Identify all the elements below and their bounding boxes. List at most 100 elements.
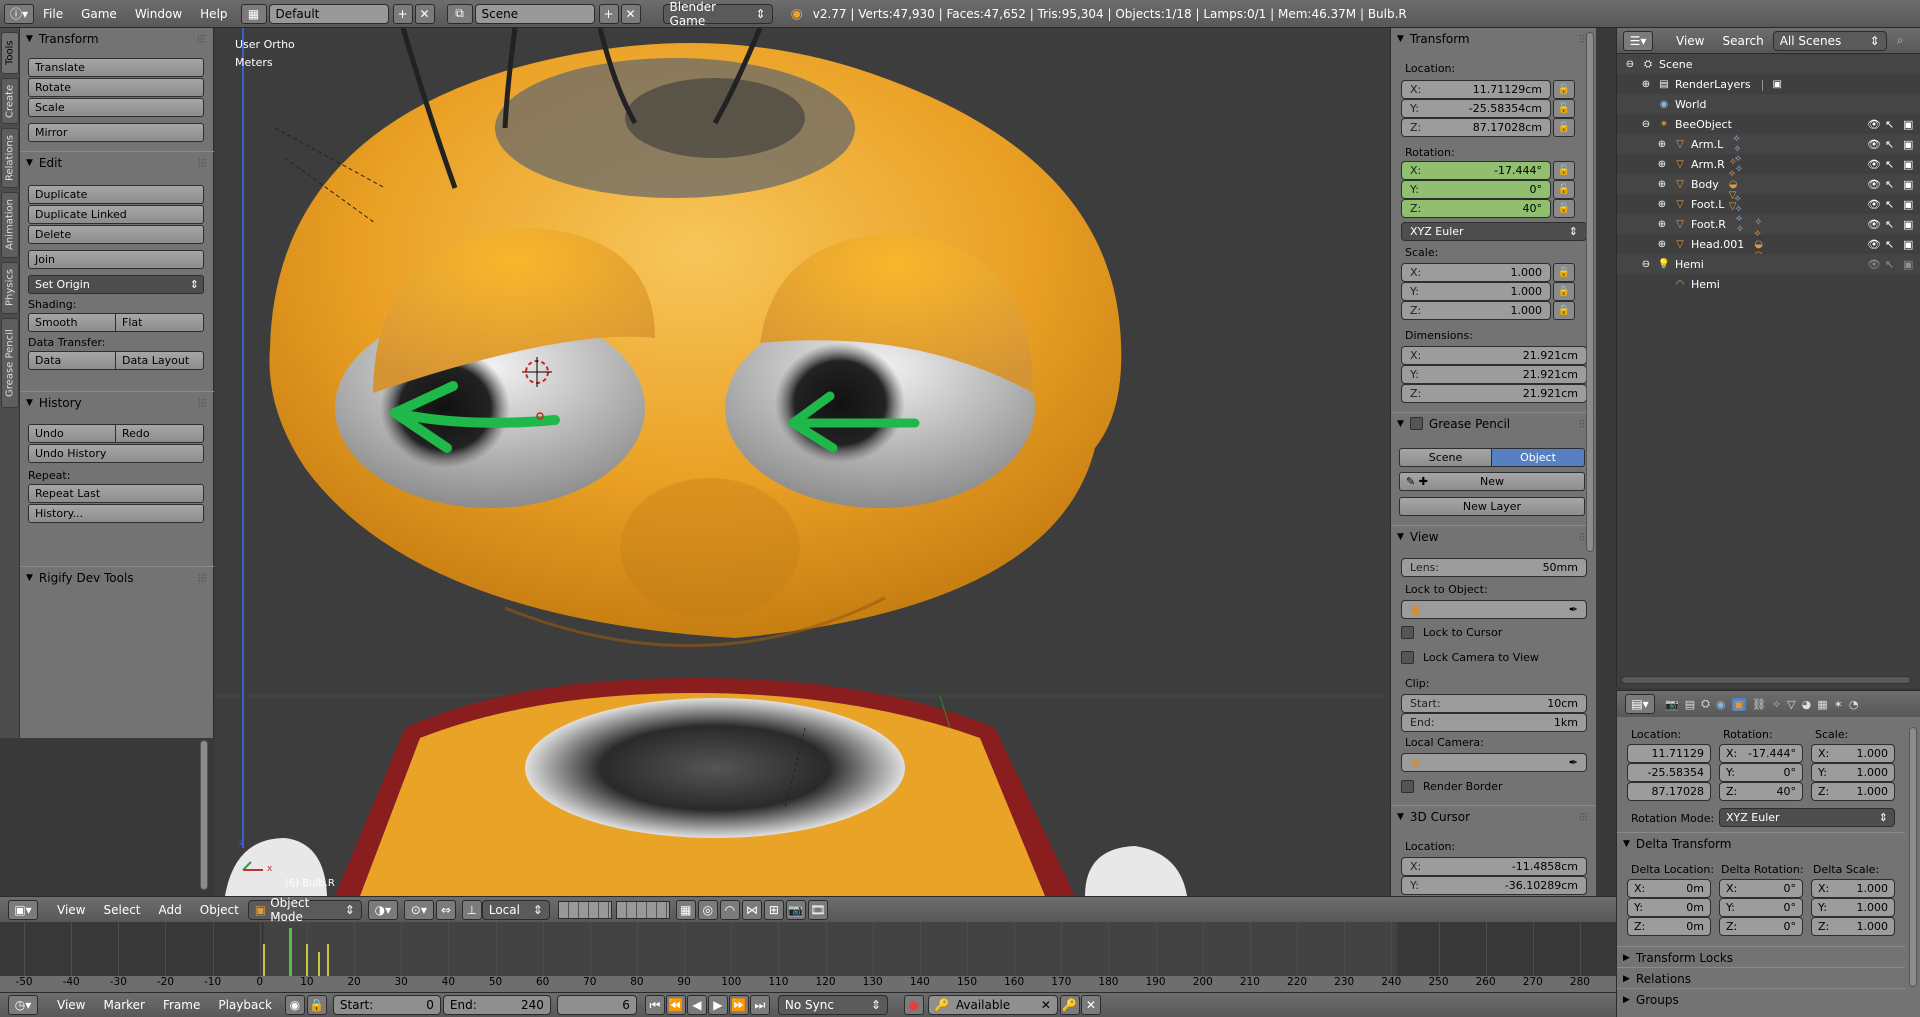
flat-button[interactable]: Flat — [116, 313, 204, 332]
scale-button[interactable]: Scale — [28, 98, 204, 117]
outliner-row-head[interactable]: ⊕▽Head.001✧ ⟡ ◒ ◒ ✶👁↖▣ — [1617, 217, 1920, 272]
lock-icon[interactable]: 🔒 — [1553, 263, 1575, 282]
cursor-select-icon[interactable]: ↖ — [1885, 198, 1894, 211]
eye-icon[interactable]: 👁 — [1867, 198, 1881, 211]
delta-scale-z-field[interactable]: Z: 1.000 — [1811, 917, 1895, 936]
layer-buttons[interactable] — [557, 900, 670, 919]
lock-layers-icon[interactable]: ▦ — [675, 899, 696, 920]
outliner-row-world[interactable]: ◉ World — [1617, 94, 1920, 114]
loc-y-field[interactable]: Y: -25.58354cm — [1401, 99, 1551, 118]
history-button[interactable]: History... — [28, 504, 204, 523]
outliner-editor-icon[interactable]: ☰▾ — [1623, 30, 1653, 51]
insert-keyframe-icon[interactable]: 🔑 — [1059, 995, 1080, 1015]
layers-tab-icon[interactable]: ▤ — [1685, 698, 1695, 711]
lock-range-icon[interactable]: 🔒 — [306, 995, 327, 1015]
delta-rot-y-field[interactable]: Y: 0° — [1719, 898, 1803, 917]
eye-icon[interactable]: 👁 — [1867, 178, 1881, 191]
screen-layout-field[interactable]: Default — [268, 3, 389, 24]
clip-start-field[interactable]: Start: 10cm — [1401, 694, 1587, 713]
delta-loc-x-field[interactable]: X: 0m — [1627, 879, 1711, 898]
modifiers-tab-icon[interactable]: ✧ — [1772, 698, 1781, 711]
cursor-select-icon[interactable]: ↖ — [1885, 138, 1894, 151]
jump-end-icon[interactable]: ⏭ — [749, 995, 770, 1015]
lock-icon[interactable]: 🔓 — [1553, 118, 1575, 137]
view-menu[interactable]: View — [48, 903, 94, 917]
constraints-tab-icon[interactable]: ⛓ — [1752, 698, 1766, 711]
delta-loc-y-field[interactable]: Y: 0m — [1627, 898, 1711, 917]
prop-loc-x-field[interactable]: 11.71129 — [1627, 744, 1711, 763]
cursor-select-icon[interactable]: ↖ — [1885, 238, 1894, 251]
eye-icon[interactable]: 👁 — [1867, 138, 1881, 151]
particles-tab-icon[interactable]: ✶ — [1834, 698, 1843, 711]
grip-icon[interactable]: ⁝⁝⁝ — [197, 32, 207, 46]
undo-button[interactable]: Undo — [28, 424, 116, 443]
collapse-icon[interactable]: ⊖ — [1639, 257, 1653, 271]
delta-scale-x-field[interactable]: X: 1.000 — [1811, 879, 1895, 898]
tab-relations[interactable]: Relations — [1, 128, 19, 188]
expand-icon[interactable]: ⊕ — [1639, 77, 1653, 91]
tab-create[interactable]: Create — [1, 78, 19, 124]
outliner-row-arm-l[interactable]: ⊕ ▽ Arm.L ⟡ ✧ 👁 ↖ ▣ — [1617, 133, 1920, 155]
properties-editor-icon[interactable]: ▤▾ — [1625, 694, 1655, 714]
grip-icon[interactable]: ⁝⁝⁝ — [198, 156, 208, 170]
render-engine-select[interactable]: Blender Game ⇕ — [662, 0, 773, 28]
eye-icon[interactable]: 👁 — [1867, 158, 1881, 171]
object-menu[interactable]: Object — [191, 903, 248, 917]
prop-rot-x-field[interactable]: X: -17.444° — [1719, 744, 1803, 763]
snap-element-icon[interactable]: ⊞ — [763, 899, 784, 920]
3d-viewport[interactable]: User Ortho Meters x z (6) Bulb.R — [215, 28, 1390, 896]
outliner-row-beeobject[interactable]: ⊖ ✶ BeeObject 👁 ↖ ▣ — [1617, 114, 1920, 134]
scale-x-field[interactable]: X: 1.000 — [1401, 263, 1551, 282]
screen-layout-icon[interactable]: ▦ — [240, 3, 267, 24]
prop-rot-z-field[interactable]: Z: 40° — [1719, 782, 1803, 801]
menu-window[interactable]: Window — [126, 7, 191, 21]
grip-icon[interactable]: ⁝⁝⁝ — [198, 571, 208, 585]
prop-loc-z-field[interactable]: 87.17028 — [1627, 782, 1711, 801]
prop-rot-y-field[interactable]: Y: 0° — [1719, 763, 1803, 782]
outliner-row-foot-r[interactable]: ⊕ ▽ Foot.R ⟡ ✧ 👁 ↖ ▣ — [1617, 213, 1920, 235]
loc-x-field[interactable]: X: 11.71129cm — [1401, 80, 1551, 99]
physics-tab-icon[interactable]: ◔ — [1849, 698, 1859, 711]
outliner-row-scene[interactable]: ⊖ ⛭ Scene — [1617, 54, 1920, 74]
timeline-editor-icon[interactable]: ◷▾ — [8, 995, 38, 1015]
expand-icon[interactable]: ⊕ — [1655, 197, 1669, 211]
dim-y-field[interactable]: Y: 21.921cm — [1401, 365, 1587, 384]
outliner-view-menu[interactable]: View — [1667, 34, 1713, 48]
redo-button[interactable]: Redo — [116, 424, 204, 443]
menu-help[interactable]: Help — [191, 7, 236, 21]
3d-view-editor-icon[interactable]: ▣▾ — [8, 899, 38, 920]
set-origin-select[interactable]: Set Origin ⇕ — [28, 275, 204, 294]
outliner-row-body[interactable]: ⊕ ▽ Body ✧ ⟡ ◒ ▽ ▽ 👁 ↖ ▣ — [1617, 157, 1920, 212]
tool-shelf-scrollbar[interactable] — [200, 740, 208, 890]
prop-loc-y-field[interactable]: -25.58354 — [1627, 763, 1711, 782]
current-frame-indicator[interactable] — [289, 928, 292, 976]
prop-scale-y-field[interactable]: Y: 1.000 — [1811, 763, 1895, 782]
cursor-select-icon[interactable]: ↖ — [1885, 118, 1894, 131]
collapse-icon[interactable]: ⊖ — [1639, 117, 1653, 131]
panel-delta-transform-header[interactable]: ▼ Delta Transform — [1617, 832, 1905, 854]
lock-camera-checkbox[interactable] — [1401, 651, 1414, 664]
smooth-button[interactable]: Smooth — [28, 313, 116, 332]
panel-relations-header[interactable]: ▶ Relations — [1617, 967, 1905, 989]
properties-scrollbar[interactable] — [1909, 727, 1917, 987]
duplicate-button[interactable]: Duplicate — [28, 185, 204, 204]
lens-field[interactable]: Lens: 50mm — [1401, 558, 1587, 577]
panel-transform-header[interactable]: ▼ Transform ⁝⁝⁝ — [20, 28, 213, 50]
lock-icon[interactable]: 🔓 — [1553, 180, 1575, 199]
lock-object-field[interactable]: ▣ ✒ — [1401, 600, 1587, 619]
outliner-row-foot-l[interactable]: ⊕ ▽ Foot.L ⟡ ✧ 👁 ↖ ▣ — [1617, 193, 1920, 215]
cursor-select-icon[interactable]: ↖ — [1885, 258, 1894, 271]
render-icon[interactable]: ▣ — [1903, 218, 1913, 231]
data-button[interactable]: Data — [28, 351, 116, 370]
current-frame-field[interactable]: 6 — [556, 995, 637, 1015]
jump-start-icon[interactable]: ⏮ — [644, 995, 665, 1015]
prev-keyframe-icon[interactable]: ⏪ — [665, 995, 686, 1015]
menu-game[interactable]: Game — [72, 7, 126, 21]
eye-icon[interactable]: 👁 — [1867, 118, 1881, 131]
scene-icon[interactable]: ⧉ — [446, 3, 473, 24]
proportional-edit-icon[interactable]: ◎ — [697, 899, 718, 920]
scale-y-field[interactable]: Y: 1.000 — [1401, 282, 1551, 301]
world-tab-icon[interactable]: ◉ — [1716, 698, 1726, 711]
tab-grease-pencil[interactable]: Grease Pencil — [1, 318, 19, 408]
lock-icon[interactable]: 🔓 — [1553, 199, 1575, 218]
